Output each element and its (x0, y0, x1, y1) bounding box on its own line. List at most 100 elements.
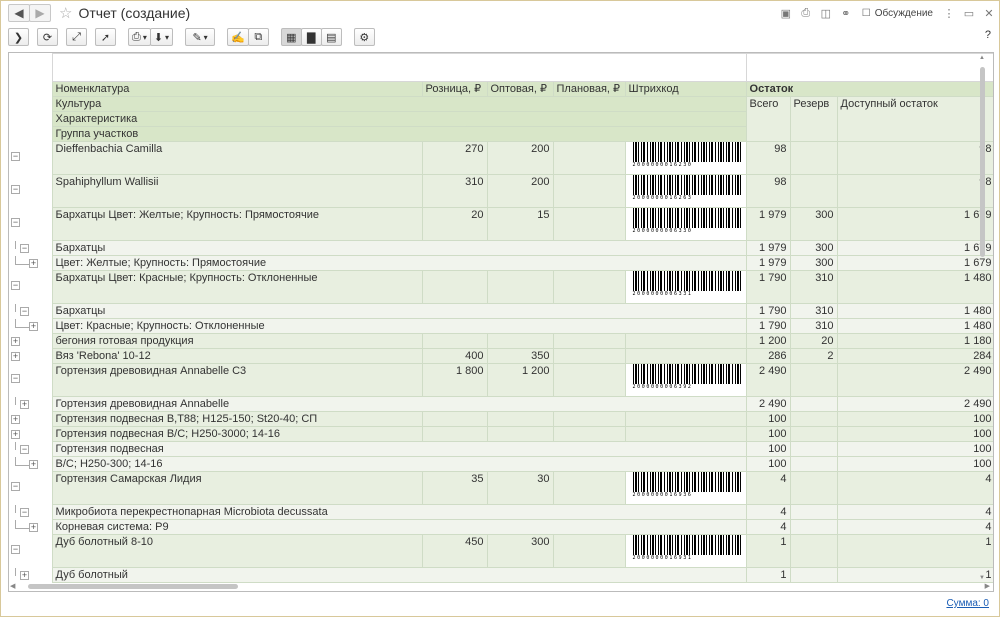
cell-group-name[interactable]: Бархатцы (51, 240, 747, 256)
cell-nomenclature[interactable]: бегония готовая продукция (51, 333, 423, 349)
cell-reserve[interactable]: 300 (789, 255, 838, 271)
table-view-button[interactable]: ▦ (280, 28, 302, 46)
col-header-plot-group[interactable]: Группа участков (51, 126, 747, 142)
cell-available[interactable]: 1 679 (836, 255, 993, 271)
cell-available[interactable]: 100 (836, 441, 993, 457)
restore-icon[interactable]: ▭ (959, 7, 979, 20)
cell-reserve[interactable] (789, 426, 838, 442)
run-report-button[interactable]: ❯ (8, 28, 29, 46)
cell-planned[interactable] (552, 270, 626, 304)
cell-available[interactable]: 2 490 (836, 363, 993, 397)
cell-group-name[interactable]: В/С; Н250-300; 14-16 (51, 456, 747, 472)
cell-total[interactable]: 100 (745, 426, 791, 442)
cell-total[interactable]: 1 979 (745, 240, 791, 256)
vertical-scrollbar[interactable]: ▲ ▼ (979, 55, 987, 589)
cell-retail[interactable]: 1 800 (421, 363, 488, 397)
table-row[interactable]: + Корневая система: Р9 4 4 (9, 519, 993, 535)
cell-total[interactable]: 1 979 (745, 255, 791, 271)
table-row[interactable]: − Бархатцы Цвет: Желтые; Крупность: Прямо… (9, 207, 993, 241)
collapse-toggle-icon[interactable]: − (11, 217, 20, 227)
cell-group-name[interactable]: Микробиота перекрестнопарная Microbiota … (51, 504, 747, 520)
cell-available[interactable]: 100 (836, 426, 993, 442)
cell-retail[interactable]: 35 (421, 471, 488, 505)
col-header-nomenclature[interactable]: Номенклатура (51, 81, 423, 97)
cell-reserve[interactable] (789, 411, 838, 427)
cell-wholesale[interactable]: 350 (486, 348, 554, 364)
expand-toggle-icon[interactable]: + (29, 522, 38, 532)
table-row[interactable]: − Гортензия подвесная 100 100 (9, 441, 993, 457)
col-header-retail[interactable]: Розница, ₽ (421, 81, 488, 97)
cell-total[interactable]: 4 (745, 504, 791, 520)
cell-wholesale[interactable]: 30 (486, 471, 554, 505)
cell-reserve[interactable]: 2 (789, 348, 838, 364)
sum-link[interactable]: Сумма: 0 (946, 598, 989, 609)
cell-total[interactable]: 100 (745, 441, 791, 457)
cell-retail[interactable]: 450 (421, 534, 488, 568)
table-row[interactable]: + Гортензия подвесная В/С; Н250-3000; 14-… (9, 426, 993, 442)
cell-total[interactable]: 1 200 (745, 333, 791, 349)
cell-available[interactable]: 98 (836, 141, 993, 175)
cell-available[interactable]: 4 (836, 504, 993, 520)
cell-barcode[interactable]: 2000000016936 (624, 471, 747, 505)
help-button[interactable]: ? (985, 29, 991, 41)
cell-available[interactable]: 1 (836, 534, 993, 568)
cell-reserve[interactable]: 300 (789, 207, 838, 241)
cell-wholesale[interactable]: 200 (486, 141, 554, 175)
cell-nomenclature[interactable]: Вяз 'Rebona' 10-12 (51, 348, 423, 364)
cell-wholesale[interactable] (486, 270, 554, 304)
cell-planned[interactable] (552, 207, 626, 241)
col-header-total[interactable]: Всего (745, 96, 791, 142)
cell-available[interactable]: 1 (836, 567, 993, 583)
cell-nomenclature[interactable]: Гортензия подвесная В,Т88; Н125-150; St2… (51, 411, 423, 427)
cell-total[interactable]: 1 790 (745, 303, 791, 319)
table-row[interactable]: − Гортензия Самарская Лидия 35 30 2000000016… (9, 471, 993, 505)
cell-reserve[interactable] (789, 363, 838, 397)
collapse-toggle-icon[interactable]: − (11, 373, 20, 383)
cell-planned[interactable] (552, 471, 626, 505)
style-menu-button[interactable]: ✎ ▾ (185, 28, 216, 46)
cell-reserve[interactable] (789, 441, 838, 457)
cell-total[interactable]: 1 979 (745, 207, 791, 241)
table-row[interactable]: − Spahiphyllum Wallisii 310 200 200000001626… (9, 174, 993, 208)
cell-planned[interactable] (552, 411, 626, 427)
col-header-culture[interactable]: Культура (51, 96, 747, 112)
horizontal-scrollbar[interactable]: ◀ ▶ (8, 582, 994, 592)
chart-view-button[interactable]: ▇ (300, 28, 322, 46)
table-row[interactable]: + Цвет: Желтые; Крупность: Прямостоячие 1 … (9, 255, 993, 271)
cell-available[interactable]: 1 480 (836, 303, 993, 319)
col-header-wholesale[interactable]: Оптовая, ₽ (486, 81, 554, 97)
expand-toggle-icon[interactable]: + (20, 399, 29, 409)
cell-retail[interactable] (421, 333, 488, 349)
cell-total[interactable]: 4 (745, 519, 791, 535)
select-button[interactable]: ➚ (95, 28, 116, 46)
print-menu-button[interactable]: ⎙ ▾ (128, 28, 151, 46)
cell-nomenclature[interactable]: Гортензия подвесная В/С; Н250-3000; 14-1… (51, 426, 423, 442)
scroll-left-icon[interactable]: ◀ (10, 582, 15, 590)
cell-total[interactable]: 98 (745, 141, 791, 175)
collapse-toggle-icon[interactable]: − (20, 243, 29, 253)
cell-group-name[interactable]: Цвет: Красные; Крупность: Отклоненные (51, 318, 747, 334)
table-row[interactable]: + В/С; Н250-300; 14-16 100 100 (9, 456, 993, 472)
cell-total[interactable]: 100 (745, 411, 791, 427)
cell-available[interactable]: 1 480 (836, 318, 993, 334)
col-header-characteristic[interactable]: Характеристика (51, 111, 747, 127)
expand-toggle-icon[interactable]: + (11, 429, 20, 439)
table-row[interactable]: + бегония готовая продукция 1 200 20 1 180 (9, 333, 993, 349)
cell-total[interactable]: 1 790 (745, 318, 791, 334)
cell-retail[interactable] (421, 411, 488, 427)
settings-button[interactable]: ⚙ (353, 28, 375, 46)
cell-available[interactable]: 1 679 (836, 240, 993, 256)
expand-toggle-icon[interactable]: + (11, 414, 20, 424)
cell-total[interactable]: 2 490 (745, 396, 791, 412)
cell-planned[interactable] (552, 333, 626, 349)
cell-barcode[interactable]: 2000000016263 (624, 174, 747, 208)
discussion-button[interactable]: ☐ Обсуждение (862, 8, 933, 19)
cell-wholesale[interactable] (486, 411, 554, 427)
cell-barcode[interactable] (624, 426, 747, 442)
cell-reserve[interactable]: 310 (789, 318, 838, 334)
cell-nomenclature[interactable]: Бархатцы Цвет: Красные; Крупность: Откло… (51, 270, 423, 304)
col-header-available[interactable]: Доступный остаток (836, 96, 993, 142)
cell-total[interactable]: 1 (745, 534, 791, 568)
table-row[interactable]: − Гортензия древовидная Annabelle С3 1 800… (9, 363, 993, 397)
cell-group-name[interactable]: Дуб болотный (51, 567, 747, 583)
